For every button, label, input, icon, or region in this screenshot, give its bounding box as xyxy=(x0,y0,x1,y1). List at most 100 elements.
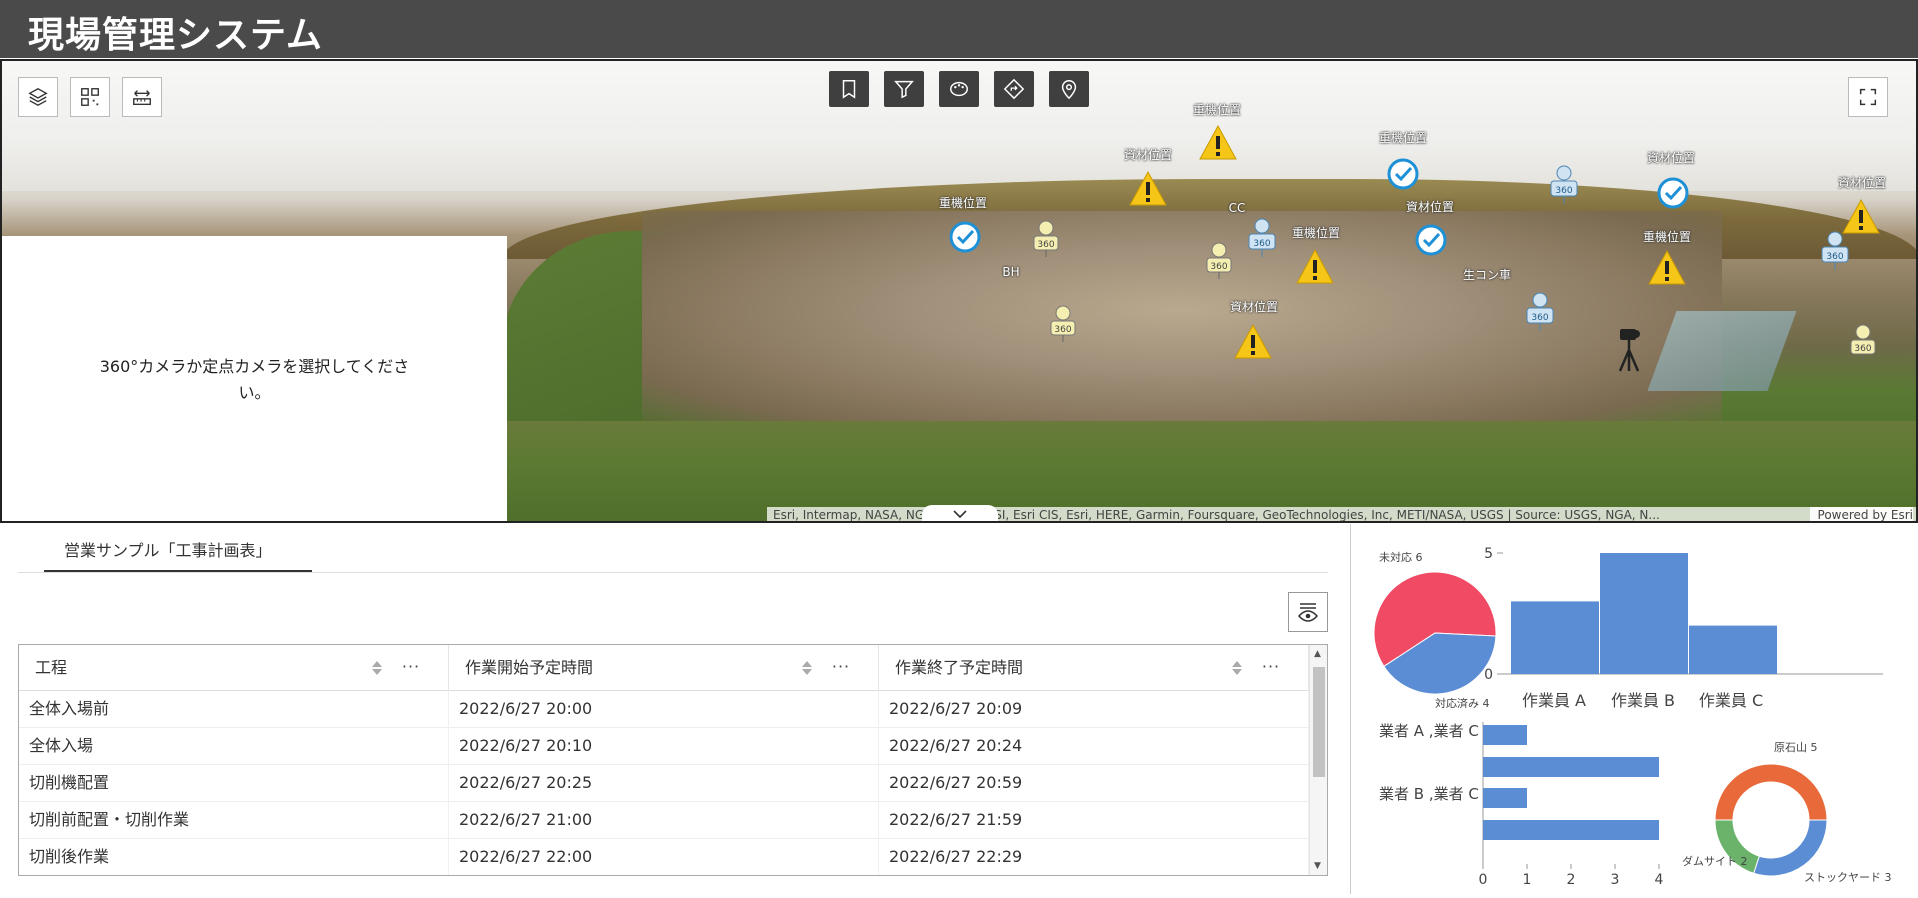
column-header-end-time[interactable]: 作業終了予定時間 ··· xyxy=(879,645,1309,691)
warning-marker[interactable] xyxy=(1647,248,1687,292)
tab-construction-plan[interactable]: 営業サンプル「工事計画表」 xyxy=(44,538,312,572)
qr-button[interactable] xyxy=(70,77,110,117)
material-label: 資材位置 xyxy=(1229,300,1279,314)
camera-360-marker[interactable]: 360 xyxy=(1549,164,1579,208)
svg-text:360: 360 xyxy=(1253,239,1270,249)
column-menu-icon[interactable]: ··· xyxy=(399,657,423,677)
warning-marker[interactable] xyxy=(1128,169,1168,213)
table-row[interactable]: 切削前配置・切削作業 2022/6/27 21:00 2022/6/27 21:… xyxy=(19,802,1309,839)
camera-360-marker[interactable]: 360 xyxy=(1525,291,1555,335)
scroll-thumb[interactable] xyxy=(1313,667,1325,777)
column-menu-icon[interactable]: ··· xyxy=(829,657,853,677)
warning-marker[interactable] xyxy=(1233,322,1273,366)
bar[interactable] xyxy=(1600,553,1688,674)
y-category-label: 業者 A ,業者 C xyxy=(1379,722,1479,740)
table-panel: 営業サンプル「工事計画表」 工程 ··· 作業開始予定時間 ··· 作業終了予定… xyxy=(0,524,1350,894)
collapse-toggle[interactable] xyxy=(922,505,998,521)
column-header-process[interactable]: 工程 ··· xyxy=(19,645,449,691)
bar[interactable] xyxy=(1483,820,1659,840)
bar[interactable] xyxy=(1483,725,1527,745)
svg-text:360: 360 xyxy=(1555,186,1572,196)
check-marker[interactable] xyxy=(1385,156,1421,196)
camera-360-icon: 360 xyxy=(1050,305,1076,342)
fullscreen-icon xyxy=(1859,88,1877,106)
scene-map[interactable]: 360 360 360 360 360 360 360 360 重機位置 資材位… xyxy=(0,59,1918,523)
layers-button[interactable] xyxy=(18,77,58,117)
warning-marker[interactable] xyxy=(1295,247,1335,291)
bar[interactable] xyxy=(1511,601,1599,674)
donut-label-damsite: ダムサイト 2 xyxy=(1682,854,1748,868)
warning-marker[interactable] xyxy=(1198,123,1238,167)
svg-text:360: 360 xyxy=(1054,325,1071,335)
directions-button[interactable] xyxy=(994,71,1034,107)
camera-360-icon: 360 xyxy=(1850,324,1876,361)
camera-360-icon: 360 xyxy=(1248,218,1276,257)
pie-label-unhandled: 未対応 6 xyxy=(1379,550,1423,564)
table-row[interactable]: 全体入場前 2022/6/27 20:00 2022/6/27 20:09 xyxy=(19,691,1309,728)
camera-360-icon: 360 xyxy=(1033,220,1059,257)
x-category-label: 作業員 A xyxy=(1522,691,1586,710)
material-label: 資材位置 xyxy=(1646,151,1696,165)
camera-360-icon: 360 xyxy=(1821,231,1849,270)
sort-icon[interactable] xyxy=(371,660,383,676)
material-label: 資材位置 xyxy=(1405,200,1455,214)
schedule-table: 工程 ··· 作業開始予定時間 ··· 作業終了予定時間 ··· 全体入場前 2… xyxy=(18,644,1328,876)
y-tick-label: 0 xyxy=(1484,667,1493,683)
camera-360-icon: 360 xyxy=(1550,165,1578,204)
camera-360-marker[interactable]: 360 xyxy=(1205,241,1233,283)
table-row[interactable]: 切削機配置 2022/6/27 20:25 2022/6/27 20:59 xyxy=(19,765,1309,802)
heavy-equipment-label: 重機位置 xyxy=(1192,103,1242,117)
measure-button[interactable] xyxy=(122,77,162,117)
y-category-label: 業者 B ,業者 C xyxy=(1379,785,1479,803)
powered-by[interactable]: Powered by Esri xyxy=(1809,507,1913,521)
svg-text:360: 360 xyxy=(1854,344,1871,354)
donut-slice[interactable] xyxy=(1753,819,1828,877)
scroll-down-icon[interactable]: ▼ xyxy=(1314,861,1321,871)
table-header: 工程 ··· 作業開始予定時間 ··· 作業終了予定時間 ··· xyxy=(19,645,1309,691)
worker-bar-chart[interactable] xyxy=(1497,552,1883,675)
camera-view-panel: 360°カメラか定点カメラを選択してください。 xyxy=(2,236,507,521)
scroll-up-icon[interactable]: ▲ xyxy=(1314,649,1321,659)
heavy-equipment-label: 重機位置 xyxy=(1378,131,1428,145)
camera-360-icon: 360 xyxy=(1206,242,1232,279)
fixed-camera-marker[interactable] xyxy=(1614,327,1644,377)
bh-label: BH xyxy=(1002,265,1020,279)
check-marker[interactable] xyxy=(1413,222,1449,262)
app-title: 現場管理システム xyxy=(28,15,323,56)
contractor-bar-chart[interactable] xyxy=(1482,722,1660,869)
svg-text:360: 360 xyxy=(1826,252,1843,262)
bar[interactable] xyxy=(1483,757,1659,777)
status-pie-chart[interactable] xyxy=(1373,571,1497,695)
check-marker[interactable] xyxy=(1655,175,1691,215)
donut-slice[interactable] xyxy=(1714,763,1828,821)
style-button[interactable] xyxy=(939,71,979,107)
fullscreen-button[interactable] xyxy=(1848,77,1888,117)
x-tick-label: 2 xyxy=(1567,872,1576,888)
table-scrollbar[interactable]: ▲ ▼ xyxy=(1309,645,1327,875)
filter-button[interactable] xyxy=(884,71,924,107)
camera-360-marker[interactable]: 360 xyxy=(1247,217,1277,261)
filter-icon xyxy=(894,80,914,99)
bookmark-button[interactable] xyxy=(829,71,869,107)
sort-icon[interactable] xyxy=(801,660,813,676)
camera-360-marker[interactable]: 360 xyxy=(1032,219,1060,261)
camera-360-marker[interactable]: 360 xyxy=(1849,323,1877,365)
check-marker[interactable] xyxy=(947,219,983,259)
table-row[interactable]: 全体入場 2022/6/27 20:10 2022/6/27 20:24 xyxy=(19,728,1309,765)
heavy-equipment-label: 重機位置 xyxy=(1291,226,1341,240)
x-tick-label: 3 xyxy=(1611,872,1620,888)
app-header: 現場管理システム xyxy=(0,0,1918,58)
camera-360-marker[interactable]: 360 xyxy=(1049,304,1077,346)
sort-icon[interactable] xyxy=(1231,660,1243,676)
camera-360-marker[interactable]: 360 xyxy=(1820,230,1850,274)
bar[interactable] xyxy=(1689,625,1777,674)
show-columns-button[interactable] xyxy=(1288,592,1328,632)
column-header-start-time[interactable]: 作業開始予定時間 ··· xyxy=(449,645,879,691)
camera-360-icon: 360 xyxy=(1526,292,1554,331)
y-tick-label: 5 xyxy=(1484,546,1493,562)
chevron-down-icon xyxy=(953,510,967,518)
bar[interactable] xyxy=(1483,788,1527,808)
column-menu-icon[interactable]: ··· xyxy=(1259,657,1283,677)
table-row[interactable]: 切削後作業 2022/6/27 22:00 2022/6/27 22:29 xyxy=(19,839,1309,875)
location-button[interactable] xyxy=(1049,71,1089,107)
